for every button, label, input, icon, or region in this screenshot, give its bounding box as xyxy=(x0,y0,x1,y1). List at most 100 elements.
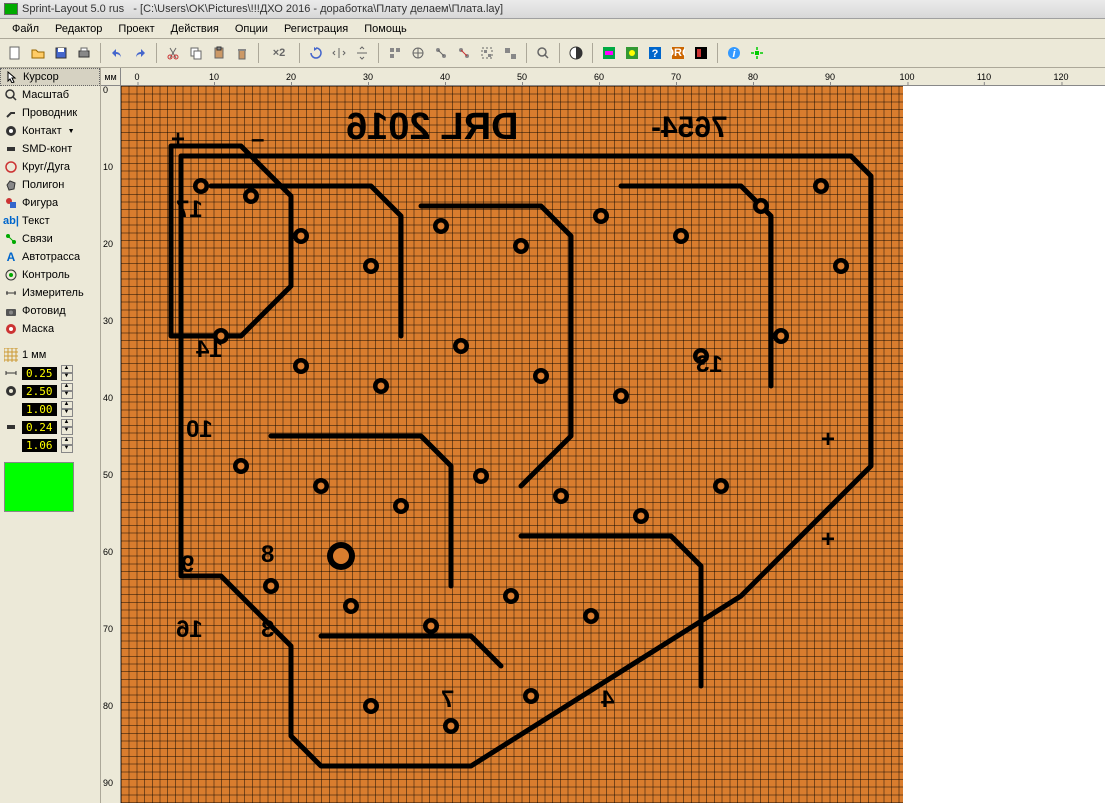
main-area: Курсор Масштаб Проводник Контакт ▼ SMD-к… xyxy=(0,68,1105,803)
width-setting[interactable]: 0.25 ▲▼ xyxy=(0,364,100,382)
mirror-h-button[interactable] xyxy=(328,42,350,64)
pcb-label-7654: 7654- xyxy=(651,111,728,145)
redo-button[interactable] xyxy=(129,42,151,64)
tool-smd[interactable]: SMD-конт xyxy=(0,140,100,158)
tool-autoroute[interactable]: A Автотрасса xyxy=(0,248,100,266)
copy-button[interactable] xyxy=(185,42,207,64)
layer2-button[interactable] xyxy=(621,42,643,64)
mirror-v-button[interactable] xyxy=(351,42,373,64)
canvas[interactable]: DRL 2016 7654- + – 17 14 13 10 + + 9 8 1… xyxy=(121,86,1105,803)
tool-label: Контроль xyxy=(22,269,70,281)
layer1-button[interactable] xyxy=(598,42,620,64)
group-button[interactable] xyxy=(476,42,498,64)
app-icon xyxy=(4,3,18,15)
rotate-button[interactable] xyxy=(305,42,327,64)
outer-dia-setting[interactable]: 2.50 ▲▼ xyxy=(0,382,100,400)
app-title: Sprint-Layout 5.0 rus - [C:\Users\OK\Pic… xyxy=(22,3,503,15)
zoom-icon xyxy=(4,88,18,102)
pcb-label-3: 3 xyxy=(261,616,274,644)
contrast-button[interactable] xyxy=(565,42,587,64)
tool-circle[interactable]: Круг/Дуга xyxy=(0,158,100,176)
menu-actions[interactable]: Действия xyxy=(163,21,227,37)
undo-button[interactable] xyxy=(106,42,128,64)
track-icon xyxy=(4,106,18,120)
pcb-label-16: 16 xyxy=(176,616,203,644)
print-button[interactable] xyxy=(73,42,95,64)
tool-polygon[interactable]: Полигон xyxy=(0,176,100,194)
menu-project[interactable]: Проект xyxy=(110,21,162,37)
outer-icon xyxy=(4,384,18,398)
delete-button[interactable] xyxy=(231,42,253,64)
pcb-label-plus2: + xyxy=(821,426,835,454)
info-button[interactable]: i xyxy=(723,42,745,64)
menu-registration[interactable]: Регистрация xyxy=(276,21,356,37)
tool-photoview[interactable]: Фотовид xyxy=(0,302,100,320)
save-button[interactable] xyxy=(50,42,72,64)
drc-button[interactable]: DRC xyxy=(667,42,689,64)
pcb-label-9: 9 xyxy=(181,551,194,579)
tool-cursor[interactable]: Курсор xyxy=(0,68,100,86)
spinner[interactable]: ▲▼ xyxy=(61,401,73,417)
cut-button[interactable] xyxy=(162,42,184,64)
prop-value: 2.50 xyxy=(22,385,57,398)
zoom-button[interactable] xyxy=(532,42,554,64)
menu-editor[interactable]: Редактор xyxy=(47,21,110,37)
connect-button[interactable] xyxy=(430,42,452,64)
menu-help[interactable]: Помощь xyxy=(356,21,415,37)
spinner[interactable]: ▲▼ xyxy=(61,383,73,399)
layer-red-button[interactable] xyxy=(690,42,712,64)
help-button[interactable]: ? xyxy=(644,42,666,64)
snap-button[interactable] xyxy=(407,42,429,64)
cursor-icon xyxy=(5,70,19,84)
polygon-icon xyxy=(4,178,18,192)
smd-icon xyxy=(4,142,18,156)
paste-button[interactable] xyxy=(208,42,230,64)
tool-label: Масштаб xyxy=(22,89,69,101)
align-button[interactable] xyxy=(384,42,406,64)
pcb-label-plus: + xyxy=(171,126,185,154)
disconnect-button[interactable] xyxy=(453,42,475,64)
control-icon xyxy=(4,268,18,282)
tool-label: Проводник xyxy=(22,107,77,119)
tool-zoom[interactable]: Масштаб xyxy=(0,86,100,104)
pcb-artwork xyxy=(121,86,903,803)
tool-text[interactable]: ab| Текст xyxy=(0,212,100,230)
toolbar-separator xyxy=(559,43,560,63)
ungroup-button[interactable] xyxy=(499,42,521,64)
prop-value: 0.24 xyxy=(22,421,57,434)
tool-connection[interactable]: Связи xyxy=(0,230,100,248)
tool-label: Фотовид xyxy=(22,305,66,317)
spinner[interactable]: ▲▼ xyxy=(61,419,73,435)
target-button[interactable] xyxy=(746,42,768,64)
grid-setting[interactable]: 1 мм xyxy=(0,346,100,364)
toolbar-separator xyxy=(299,43,300,63)
pcb-label-17: 17 xyxy=(176,196,203,224)
toolbar-separator xyxy=(592,43,593,63)
mask-icon xyxy=(4,322,18,336)
tool-label: Автотрасса xyxy=(22,251,80,263)
tool-pad[interactable]: Контакт ▼ xyxy=(0,122,100,140)
pad-icon xyxy=(4,124,18,138)
tool-mask[interactable]: Маска xyxy=(0,320,100,338)
open-button[interactable] xyxy=(27,42,49,64)
pcb-label-7: 7 xyxy=(441,686,454,714)
duplicate-button[interactable]: ×2 xyxy=(264,42,294,64)
size-w-setting[interactable]: 0.24 ▲▼ xyxy=(0,418,100,436)
tool-measure[interactable]: Измеритель xyxy=(0,284,100,302)
inner-dia-setting[interactable]: 1.00 ▲▼ xyxy=(0,400,100,418)
prop-value: 1.00 xyxy=(22,403,57,416)
spinner[interactable]: ▲▼ xyxy=(61,365,73,381)
new-button[interactable] xyxy=(4,42,26,64)
circle-icon xyxy=(4,160,18,174)
tool-shape[interactable]: Фигура xyxy=(0,194,100,212)
size-h-setting[interactable]: 1.06 ▲▼ xyxy=(0,436,100,454)
pcb-title: DRL 2016 xyxy=(346,106,519,149)
tool-control[interactable]: Контроль xyxy=(0,266,100,284)
menu-options[interactable]: Опции xyxy=(227,21,276,37)
spinner[interactable]: ▲▼ xyxy=(61,437,73,453)
prop-value: 0.25 xyxy=(22,367,57,380)
tool-track[interactable]: Проводник xyxy=(0,104,100,122)
color-swatch[interactable] xyxy=(4,462,74,512)
menu-file[interactable]: Файл xyxy=(4,21,47,37)
pcb-label-14: 14 xyxy=(196,336,223,364)
